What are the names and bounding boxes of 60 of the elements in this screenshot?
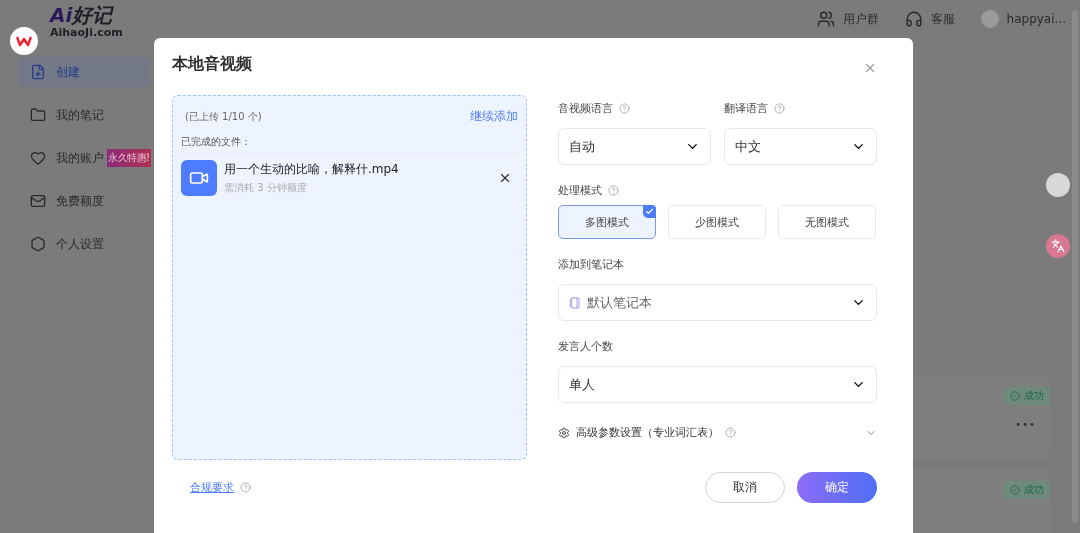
close-button[interactable] [863, 61, 877, 75]
header-link[interactable]: 客服 [904, 10, 955, 28]
compliance-link[interactable]: 合规要求 [190, 480, 234, 495]
advanced-settings-toggle[interactable]: 高级参数设置（专业词汇表） [558, 425, 877, 440]
headset-icon [904, 10, 923, 28]
help-icon [725, 427, 736, 438]
mode-option[interactable]: 无图模式 [778, 205, 876, 239]
note-add-icon [30, 64, 46, 80]
field-label: 发言人个数 [558, 338, 613, 354]
avatar-icon[interactable] [1046, 173, 1070, 197]
mode-option[interactable]: 多图模式 [558, 205, 656, 239]
settings-icon [30, 236, 46, 252]
app-logo[interactable]: Ai好记 AihaoJi.com [50, 4, 150, 39]
language-select[interactable]: 自动 [558, 128, 711, 165]
file-name: 用一个生动的比喻，解释什.mp4 [224, 161, 400, 178]
sidebar-item[interactable]: 我的账户 永久特惠! [18, 143, 150, 173]
add-more-link[interactable]: 继续添加 [470, 108, 518, 125]
video-icon [181, 160, 217, 196]
field-label: 翻译语言 [724, 100, 768, 116]
upload-area[interactable]: (已上传 1/10 个) 继续添加 已完成的文件： 用一个生动的比喻，解释什.mp4 需消耗 3 分钟额度 [172, 95, 527, 460]
header-link[interactable]: 用户群 [816, 10, 879, 28]
translate-icon[interactable] [1046, 234, 1070, 258]
cancel-button[interactable]: 取消 [705, 472, 785, 503]
upload-count: (已上传 1/10 个) [185, 109, 262, 124]
advanced-settings-label: 高级参数设置（专业词汇表） [576, 425, 719, 440]
status-badge: 成功 [1004, 481, 1050, 499]
dialog-title: 本地音视频 [172, 53, 252, 75]
sidebar-item[interactable]: 免费额度 [18, 186, 150, 216]
heart-icon [30, 150, 46, 166]
sidebar-item[interactable]: 我的笔记 [18, 100, 150, 130]
help-icon [619, 102, 630, 114]
section-label: 已完成的文件： [181, 135, 518, 154]
file-cost: 需消耗 3 分钟额度 [224, 181, 308, 195]
confirm-button[interactable]: 确定 [797, 472, 877, 503]
help-icon [240, 482, 251, 493]
gear-icon [558, 426, 570, 439]
field-label: 处理模式 [558, 182, 602, 198]
app-badge-icon[interactable] [10, 27, 38, 55]
folder-icon [30, 107, 46, 123]
select-value: 默认笔记本 [587, 293, 652, 312]
status-badge: 成功 [1004, 387, 1050, 405]
notebook-icon [569, 296, 581, 309]
help-icon [608, 184, 619, 196]
field-label: 添加到笔记本 [558, 256, 624, 272]
field-label: 音视频语言 [558, 100, 613, 116]
more-button[interactable]: ••• [1015, 419, 1036, 430]
notebook-select[interactable]: 默认笔记本 [558, 284, 877, 321]
check-icon [643, 205, 656, 218]
user-name[interactable]: happyai... [1006, 12, 1066, 26]
envelope-icon [30, 193, 46, 209]
speaker-select[interactable]: 单人 [558, 366, 877, 403]
help-icon [774, 102, 785, 114]
sidebar-item[interactable]: 创建 [18, 57, 150, 87]
mode-option[interactable]: 少图模式 [668, 205, 766, 239]
promo-badge: 永久特惠! [107, 149, 151, 167]
language-select[interactable]: 中文 [724, 128, 877, 165]
user-avatar[interactable] [980, 10, 999, 28]
sidebar-item[interactable]: 个人设置 [18, 229, 150, 259]
users-icon [816, 10, 835, 28]
remove-button[interactable] [498, 171, 512, 185]
